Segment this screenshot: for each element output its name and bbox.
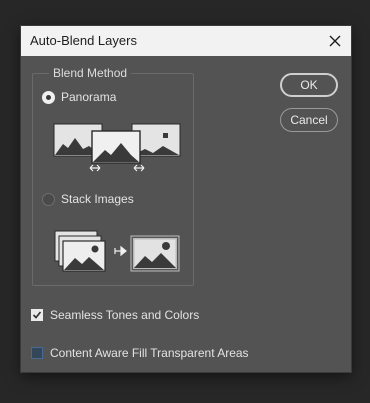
close-icon[interactable] [325, 31, 345, 51]
panorama-illustration-icon [53, 123, 181, 172]
content-aware-fill-checkbox-option[interactable]: Content Aware Fill Transparent Areas [31, 346, 249, 360]
auto-blend-layers-dialog: Auto-Blend Layers Blend Method Panorama … [21, 26, 351, 372]
content-aware-fill-label: Content Aware Fill Transparent Areas [50, 346, 249, 360]
seamless-tones-checkbox-option[interactable]: Seamless Tones and Colors [31, 308, 199, 322]
title-bar: Auto-Blend Layers [21, 26, 351, 56]
seamless-tones-label: Seamless Tones and Colors [50, 308, 200, 322]
panorama-radio[interactable] [42, 90, 55, 104]
ok-button[interactable]: OK [280, 73, 338, 97]
stack-images-radio[interactable] [42, 192, 55, 206]
checkmark-icon [32, 311, 42, 319]
stack-images-radio-option[interactable]: Stack Images [42, 192, 134, 206]
panorama-label: Panorama [61, 90, 117, 104]
stack-images-label: Stack Images [61, 192, 134, 206]
panorama-radio-option[interactable]: Panorama [42, 90, 116, 104]
content-aware-fill-checkbox[interactable] [31, 347, 43, 359]
dialog-title: Auto-Blend Layers [30, 33, 137, 48]
blend-method-legend: Blend Method [49, 66, 132, 80]
stack-images-illustration-icon [54, 230, 180, 272]
cancel-button[interactable]: Cancel [280, 108, 338, 132]
seamless-tones-checkbox[interactable] [31, 309, 43, 321]
